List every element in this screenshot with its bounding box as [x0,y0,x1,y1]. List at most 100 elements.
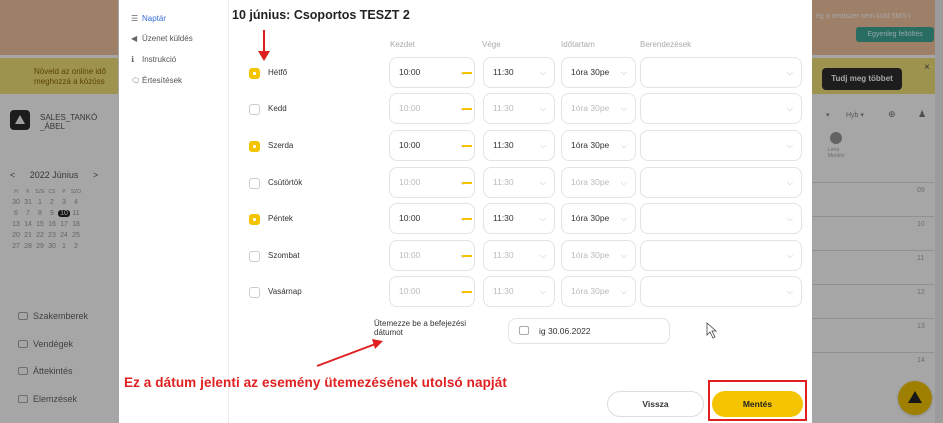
end-time-select[interactable]: 11:30 ⌵ [483,276,555,307]
end-time-value: 11:30 [493,286,514,296]
duration-select[interactable]: 1óra 30pe ⌵ [561,203,636,234]
devices-select[interactable]: ⌵ [640,167,802,198]
mouse-cursor-icon [706,322,718,339]
devices-select[interactable]: ⌵ [640,57,802,88]
end-time-value: 11:30 [493,213,514,223]
devices-select[interactable]: ⌵ [640,203,802,234]
end-date-label: Ütemezze be a befejezési dátumot [374,319,467,337]
day-label: Szerda [268,141,294,150]
duration-select[interactable]: 1óra 30pe ⌵ [561,167,636,198]
day-label: Péntek [268,214,293,223]
end-time-value: 11:30 [493,177,514,187]
day-label: Kedd [268,104,287,113]
calendar-icon [519,326,529,335]
chevron-down-icon: ⌵ [786,251,793,260]
time-range-dash [462,108,472,110]
chevron-down-icon: ⌵ [539,287,546,296]
duration-value: 1óra 30pe [571,250,610,260]
chevron-down-icon: ⌵ [539,68,546,77]
start-time-value: 10:00 [399,213,421,223]
end-time-value: 11:30 [493,67,514,77]
end-time-value: 11:30 [493,140,514,150]
end-time-select[interactable]: 11:30 ⌵ [483,240,555,271]
day-checkbox[interactable] [249,178,260,189]
info-icon: ℹ [131,55,135,64]
sidebar-item-instrukcio[interactable]: ℹ Instrukció [131,55,176,64]
devices-select[interactable]: ⌵ [640,93,802,124]
start-time-value: 10:00 [399,250,421,260]
sidebar-item-label: Naptár [142,14,167,23]
chevron-down-icon: ⌵ [786,68,793,77]
day-label: Vasárnap [268,287,302,296]
chevron-down-icon: ⌵ [620,214,627,223]
duration-value: 1óra 30pe [571,213,610,223]
duration-value: 1óra 30pe [571,286,610,296]
duration-select[interactable]: 1óra 30pe ⌵ [561,57,636,88]
chevron-down-icon: ⌵ [539,251,546,260]
time-range-dash [462,291,472,293]
day-checkbox[interactable] [249,68,260,79]
column-header-end: Vége [482,40,501,49]
list-icon: ☰ [131,14,139,23]
day-checkbox[interactable] [249,251,260,262]
chevron-down-icon: ⌵ [786,178,793,187]
send-icon: ◀ [131,34,138,43]
sidebar-item-naptar[interactable]: ☰ Naptár [131,14,166,23]
chevron-down-icon: ⌵ [620,68,627,77]
duration-value: 1óra 30pe [571,103,610,113]
end-date-field[interactable]: ig 30.06.2022 [508,318,670,344]
column-header-duration: Időtartam [561,40,595,49]
chevron-down-icon: ⌵ [786,287,793,296]
sidebar-item-ertesitesek[interactable]: 🗨 Értesítések [131,76,182,85]
chevron-down-icon: ⌵ [539,178,546,187]
end-time-value: 11:30 [493,250,514,260]
chat-icon: 🗨 [131,78,140,85]
start-time-value: 10:00 [399,177,421,187]
sidebar-item-label: Értesítések [142,76,183,85]
chevron-down-icon: ⌵ [786,141,793,150]
duration-select[interactable]: 1óra 30pe ⌵ [561,93,636,124]
devices-select[interactable]: ⌵ [640,240,802,271]
schedule-modal: ☰ Naptár ◀ Üzenet küldés ℹ Instrukció 🗨 Érte… [119,0,812,423]
duration-select[interactable]: 1óra 30pe ⌵ [561,276,636,307]
chevron-down-icon: ⌵ [620,104,627,113]
time-range-dash [462,72,472,74]
end-time-select[interactable]: 11:30 ⌵ [483,203,555,234]
end-time-select[interactable]: 11:30 ⌵ [483,57,555,88]
save-highlight-box [708,380,807,421]
start-time-value: 10:00 [399,286,421,296]
chevron-down-icon: ⌵ [620,287,627,296]
chevron-down-icon: ⌵ [786,214,793,223]
back-button[interactable]: Vissza [607,391,704,417]
day-checkbox[interactable] [249,141,260,152]
time-range-dash [462,218,472,220]
column-header-devices: Berendezések [640,40,692,49]
devices-select[interactable]: ⌵ [640,276,802,307]
day-checkbox[interactable] [249,287,260,298]
chevron-down-icon: ⌵ [786,104,793,113]
end-time-select[interactable]: 11:30 ⌵ [483,130,555,161]
chevron-down-icon: ⌵ [539,104,546,113]
duration-select[interactable]: 1óra 30pe ⌵ [561,130,636,161]
day-checkbox[interactable] [249,214,260,225]
day-label: Szombat [268,251,300,260]
screen: Növeld az online idő meghozzá a közöss S… [0,0,943,423]
end-time-select[interactable]: 11:30 ⌵ [483,93,555,124]
start-time-value: 10:00 [399,140,421,150]
modal-title: 10 június: Csoportos TESZT 2 [232,8,410,22]
start-time-value: 10:00 [399,103,421,113]
duration-value: 1óra 30pe [571,67,610,77]
devices-select[interactable]: ⌵ [640,130,802,161]
chevron-down-icon: ⌵ [620,141,627,150]
start-time-value: 10:00 [399,67,421,77]
sidebar-item-label: Üzenet küldés [142,34,193,43]
day-checkbox[interactable] [249,104,260,115]
end-date-value: ig 30.06.2022 [539,326,591,336]
duration-select[interactable]: 1óra 30pe ⌵ [561,240,636,271]
end-time-value: 11:30 [493,103,514,113]
sidebar-item-uzenet[interactable]: ◀ Üzenet küldés [131,34,193,43]
modal-sidebar: ☰ Naptár ◀ Üzenet küldés ℹ Instrukció 🗨 Érte… [119,0,229,423]
day-label: Csütörtök [268,178,303,187]
duration-value: 1óra 30pe [571,140,610,150]
end-time-select[interactable]: 11:30 ⌵ [483,167,555,198]
